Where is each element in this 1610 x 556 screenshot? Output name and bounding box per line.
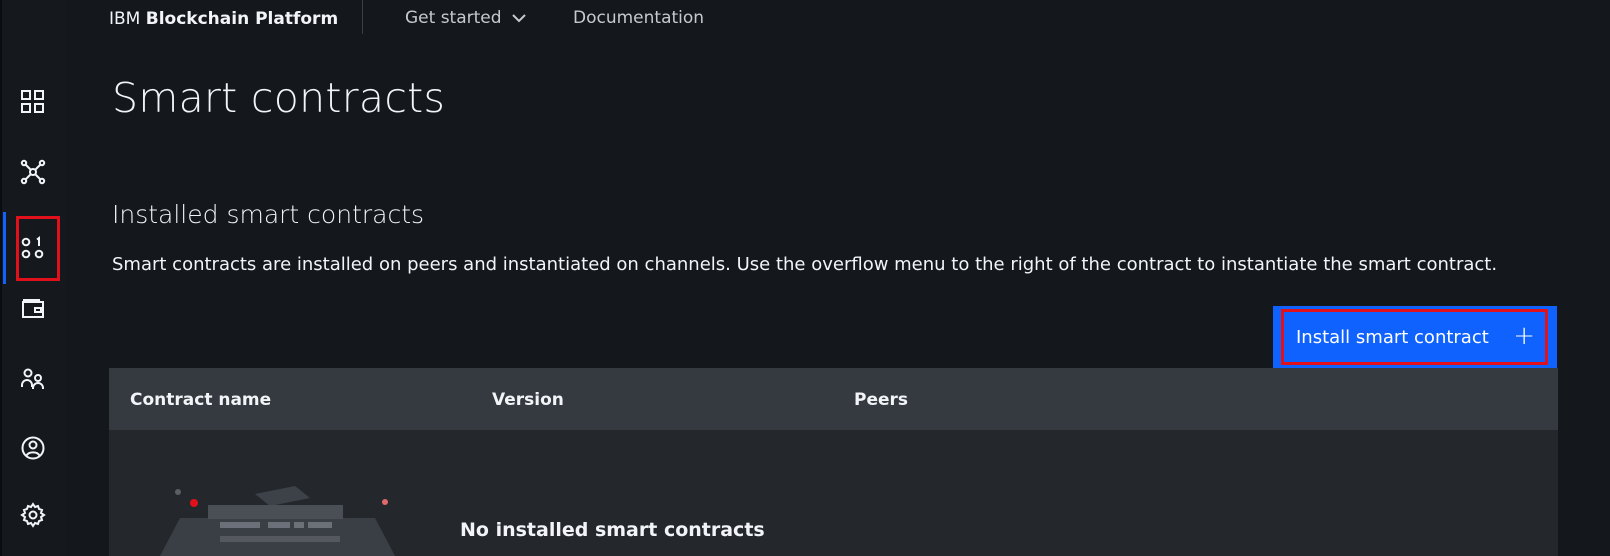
- chevron-down-icon: [511, 13, 526, 22]
- table-header: Contract name Version Peers: [109, 368, 1558, 430]
- user-profile-icon: [21, 436, 45, 460]
- sidebar-item-wallet[interactable]: [12, 288, 54, 330]
- sidebar-item-users[interactable]: [12, 358, 54, 400]
- nav-get-started-label: Get started: [405, 8, 502, 28]
- column-header-peers[interactable]: Peers: [854, 390, 908, 410]
- top-header: IBM Blockchain Platform: [66, 0, 1610, 38]
- page-title: Smart contracts: [112, 74, 446, 122]
- empty-state-title: No installed smart contracts: [460, 519, 765, 541]
- sidebar: [0, 0, 66, 556]
- settings-gear-icon: [20, 502, 46, 528]
- brand-name: Blockchain Platform: [145, 9, 339, 29]
- plus-icon: +: [1513, 321, 1535, 351]
- section-title: Installed smart contracts: [112, 200, 425, 229]
- active-indicator: [3, 212, 6, 284]
- sidebar-item-dashboard[interactable]: [12, 81, 54, 123]
- header-divider: [362, 0, 363, 34]
- install-button-label: Install smart contract: [1296, 326, 1489, 348]
- users-icon: [21, 368, 44, 389]
- install-smart-contract-button[interactable]: Install smart contract +: [1281, 309, 1548, 365]
- sidebar-item-smart-contracts[interactable]: [12, 227, 54, 269]
- sidebar-item-profile[interactable]: [12, 427, 54, 469]
- column-header-version[interactable]: Version: [492, 390, 564, 410]
- network-nodes-icon: [20, 159, 46, 185]
- brand-prefix: IBM: [109, 9, 141, 29]
- section-description: Smart contracts are installed on peers a…: [112, 254, 1498, 275]
- sidebar-item-settings[interactable]: [12, 494, 54, 536]
- sidebar-edge: [0, 0, 2, 556]
- dashboard-grid-icon: [21, 90, 44, 113]
- brand-logo[interactable]: IBM Blockchain Platform: [109, 9, 338, 29]
- smart-contracts-icon: [21, 236, 44, 259]
- nav-documentation[interactable]: Documentation: [573, 8, 704, 28]
- empty-state-illustration: [160, 486, 395, 556]
- column-header-contract-name[interactable]: Contract name: [130, 390, 271, 410]
- wallet-icon: [22, 299, 44, 318]
- sidebar-item-nodes[interactable]: [12, 151, 54, 193]
- nav-get-started[interactable]: Get started: [405, 8, 526, 28]
